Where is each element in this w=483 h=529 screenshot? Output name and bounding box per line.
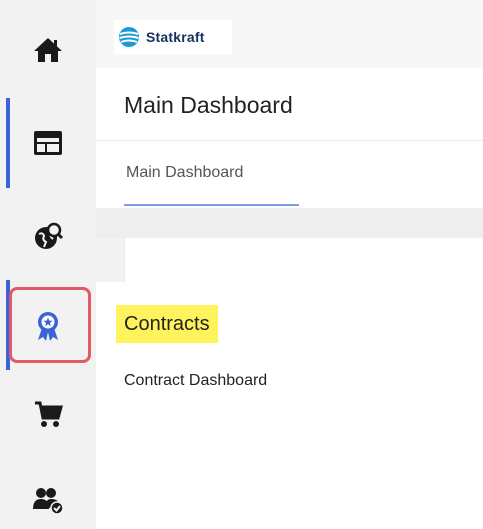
brand-name: Statkraft	[146, 29, 205, 45]
contract-dashboard-link[interactable]: Contract Dashboard	[124, 372, 267, 390]
content-gap	[96, 208, 483, 238]
statkraft-logo-icon	[119, 27, 139, 47]
tab-main-dashboard[interactable]: Main Dashboard	[126, 164, 243, 182]
brand-logo[interactable]: Statkraft	[114, 20, 232, 54]
sidebar-item-global-search[interactable]	[0, 205, 96, 267]
home-icon	[34, 38, 62, 62]
active-tab-indicator	[124, 204, 299, 206]
sidebar-item-cart[interactable]	[0, 385, 96, 443]
users-check-icon	[33, 488, 64, 515]
sidebar-item-home[interactable]	[0, 20, 96, 80]
sidebar	[0, 0, 96, 529]
cart-icon	[35, 401, 63, 427]
divider	[96, 140, 483, 141]
sidebar-item-contracts[interactable]	[0, 295, 96, 357]
globe-search-icon	[35, 222, 64, 249]
dashboard-icon	[34, 131, 62, 155]
page-title: Main Dashboard	[124, 92, 293, 118]
content-gutter	[96, 238, 124, 282]
section-heading: Contracts	[116, 305, 218, 343]
top-bar: Statkraft	[96, 0, 483, 68]
award-badge-icon	[38, 312, 58, 341]
content-card	[124, 238, 483, 282]
sidebar-item-users[interactable]	[0, 472, 96, 528]
sidebar-item-dashboard[interactable]	[0, 112, 96, 174]
